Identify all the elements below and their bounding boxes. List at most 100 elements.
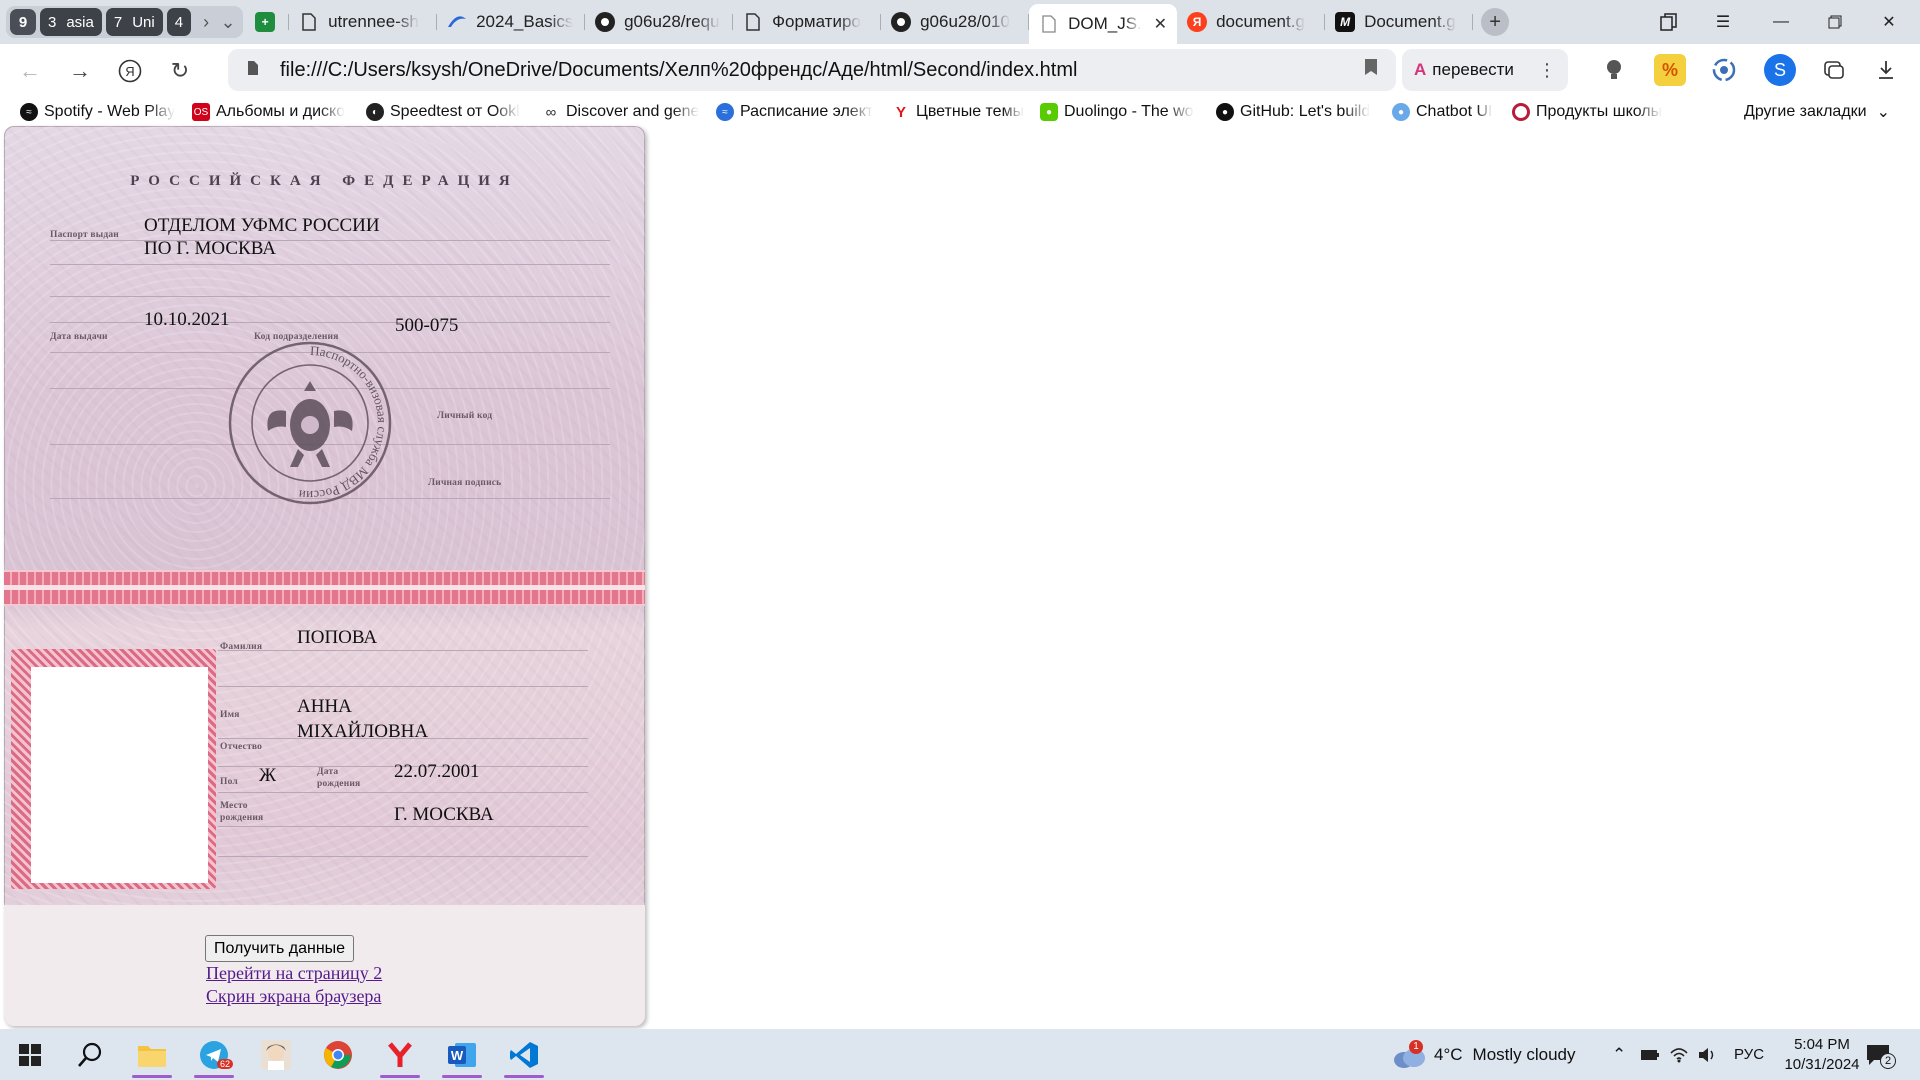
rule-line xyxy=(50,322,610,323)
translate-button[interactable]: A перевести ⋮ xyxy=(1402,49,1568,91)
tab-group-asia[interactable]: 3 asia xyxy=(40,8,102,36)
notifications-button[interactable]: 2 xyxy=(1866,1029,1896,1080)
bookmark-duolingo[interactable]: ● Duolingo - The wo xyxy=(1026,99,1202,125)
medium-icon: M xyxy=(1335,12,1356,32)
rule-line xyxy=(50,264,610,265)
link-page-2[interactable]: Перейти на страницу 2 xyxy=(206,963,382,984)
issued-by-line1: ОТДЕЛОМ УФМС РОССИИ xyxy=(144,215,380,236)
official-stamp: Паспортно-визовая служба МВД России xyxy=(228,341,392,505)
taskbar-chrome[interactable] xyxy=(310,1029,366,1080)
new-tab-button[interactable]: + xyxy=(1481,8,1510,36)
label-birth-place-2: рождения xyxy=(220,813,264,823)
taskbar-telegram[interactable]: 62 xyxy=(186,1029,242,1080)
rule-line xyxy=(218,792,588,793)
yandex-home-button[interactable]: Я xyxy=(108,49,152,93)
open-indicator xyxy=(194,1075,234,1078)
menu-icon[interactable]: ☰ xyxy=(1700,0,1746,44)
bookmark-github[interactable]: ● GitHub: Let's build xyxy=(1202,99,1378,125)
wifi-icon[interactable] xyxy=(1670,1029,1688,1080)
forward-button[interactable]: → xyxy=(58,49,102,93)
birth-place-value: Г. МОСКВА xyxy=(394,804,494,825)
volume-icon[interactable] xyxy=(1698,1029,1716,1080)
address-bar[interactable]: file:///C:/Users/ksysh/OneDrive/Document… xyxy=(228,49,1396,91)
taskbar-explorer[interactable] xyxy=(124,1029,180,1080)
chevron-up-icon[interactable]: ⌃ xyxy=(1612,1029,1626,1080)
bookmark-discover[interactable]: ∞ Discover and gene xyxy=(528,99,702,125)
label-surname: Фамилия xyxy=(220,642,263,652)
bookmark-speedtest[interactable]: ◐ Speedtest от Ookl xyxy=(352,99,528,125)
download-icon[interactable] xyxy=(1870,54,1902,86)
chevron-down-icon[interactable]: ⌄ xyxy=(217,12,239,33)
schedule-icon: ≈ xyxy=(716,103,734,121)
tab-group-uni[interactable]: 7 Uni xyxy=(105,8,163,36)
tab-dom-js-active[interactable]: DOM_JS. ✕ xyxy=(1029,4,1178,44)
start-button[interactable] xyxy=(2,1029,58,1080)
back-button[interactable]: ← xyxy=(8,49,52,93)
rule-line xyxy=(50,296,610,297)
search-icon xyxy=(78,1042,102,1067)
bookmark-albums[interactable]: OS Альбомы и диско xyxy=(178,99,352,125)
tab-github-010[interactable]: g06u28/010 xyxy=(881,4,1030,40)
restore-button[interactable] xyxy=(1812,0,1858,44)
collections-icon[interactable] xyxy=(1818,54,1850,86)
tab-document-medium[interactable]: M Document.g xyxy=(1325,4,1474,40)
photo-frame xyxy=(11,649,216,889)
tab-group-4[interactable]: 4 xyxy=(166,8,192,36)
telegram-badge: 62 xyxy=(217,1059,234,1069)
taskbar-yandex-browser[interactable] xyxy=(372,1029,428,1080)
folder-icon xyxy=(138,1045,166,1067)
taskbar-word[interactable]: W xyxy=(434,1029,490,1080)
tab-github-requ[interactable]: g06u28/requ xyxy=(585,4,734,40)
bookmark-color-themes[interactable]: Y Цветные темы xyxy=(878,99,1026,125)
passport-image: РОССИЙСКАЯ ФЕДЕРАЦИЯ Паспорт выдан Дата … xyxy=(4,126,645,1026)
lightbulb-icon[interactable] xyxy=(1598,54,1630,86)
spotify-icon: ≈ xyxy=(20,103,38,121)
tab-document-yandex[interactable]: Я document.g xyxy=(1177,4,1326,40)
bookmark-spotify[interactable]: ≈ Spotify - Web Play xyxy=(0,99,178,125)
close-window-button[interactable]: ✕ xyxy=(1866,0,1912,44)
battery-icon[interactable] xyxy=(1640,1029,1660,1080)
label-birth-date-2: рождения xyxy=(317,779,361,789)
close-tab-icon[interactable]: ✕ xyxy=(1154,14,1167,34)
tab-utrennee[interactable]: utrennee-sh xyxy=(289,4,438,40)
label-patronymic: Отчество xyxy=(220,742,263,752)
bookmark-schedule[interactable]: ≈ Расписание элект xyxy=(702,99,878,125)
minimize-button[interactable]: — xyxy=(1758,0,1804,44)
chevron-right-icon[interactable]: › xyxy=(195,12,217,33)
tabs-overview-icon[interactable] xyxy=(1646,0,1692,44)
sheets-icon: + xyxy=(255,12,276,32)
bookmark-chatbot[interactable]: ● Chatbot UI xyxy=(1378,99,1498,125)
taskbar-vscode[interactable] xyxy=(496,1029,552,1080)
sync-icon[interactable] xyxy=(1708,54,1740,86)
tab-sheets[interactable]: + xyxy=(243,4,290,40)
link-browser-screenshot[interactable]: Скрин экрана браузера xyxy=(206,986,381,1007)
passport-fold-band xyxy=(4,572,645,604)
albums-icon: OS xyxy=(192,103,210,121)
reload-icon: ↻ xyxy=(170,58,190,83)
tab-formatirovanie[interactable]: Форматиро xyxy=(733,4,882,40)
vscode-icon xyxy=(510,1041,538,1068)
reload-button[interactable]: ↻ xyxy=(158,49,202,93)
discount-icon[interactable]: % xyxy=(1654,54,1686,86)
cloud-icon: 1 xyxy=(1392,1039,1426,1070)
bookmarks-bar: ≈ Spotify - Web Play OS Альбомы и диско ◐ S… xyxy=(0,98,1920,126)
get-data-button[interactable]: Получить данные xyxy=(205,935,355,962)
url-text[interactable]: file:///C:/Users/ksysh/OneDrive/Document… xyxy=(280,59,1077,82)
rule-line xyxy=(218,650,588,651)
svg-text:W: W xyxy=(451,1048,464,1063)
search-button[interactable] xyxy=(62,1029,118,1080)
other-bookmarks[interactable]: Другие закладки ⌄ xyxy=(1744,98,1890,126)
tab-group-counter[interactable]: 9 xyxy=(10,9,36,35)
tab-basics[interactable]: 2024_Basics xyxy=(437,4,586,40)
bookmark-school[interactable]: Продукты школы xyxy=(1498,99,1664,125)
weather-widget[interactable]: 1 4°C Mostly cloudy xyxy=(1392,1029,1576,1080)
shazam-icon[interactable]: S xyxy=(1764,54,1796,86)
more-vertical-icon[interactable]: ⋮ xyxy=(1538,60,1556,81)
word-icon: W xyxy=(448,1042,476,1067)
taskbar-app-avatar[interactable] xyxy=(248,1029,304,1080)
language-indicator[interactable]: РУС xyxy=(1734,1029,1764,1080)
issue-date-value: 10.10.2021 xyxy=(144,309,230,330)
bookmark-icon[interactable] xyxy=(1364,58,1378,81)
clock[interactable]: 5:04 PM 10/31/2024 xyxy=(1772,1029,1872,1080)
page-viewport: РОССИЙСКАЯ ФЕДЕРАЦИЯ Паспорт выдан Дата … xyxy=(0,126,1920,1029)
